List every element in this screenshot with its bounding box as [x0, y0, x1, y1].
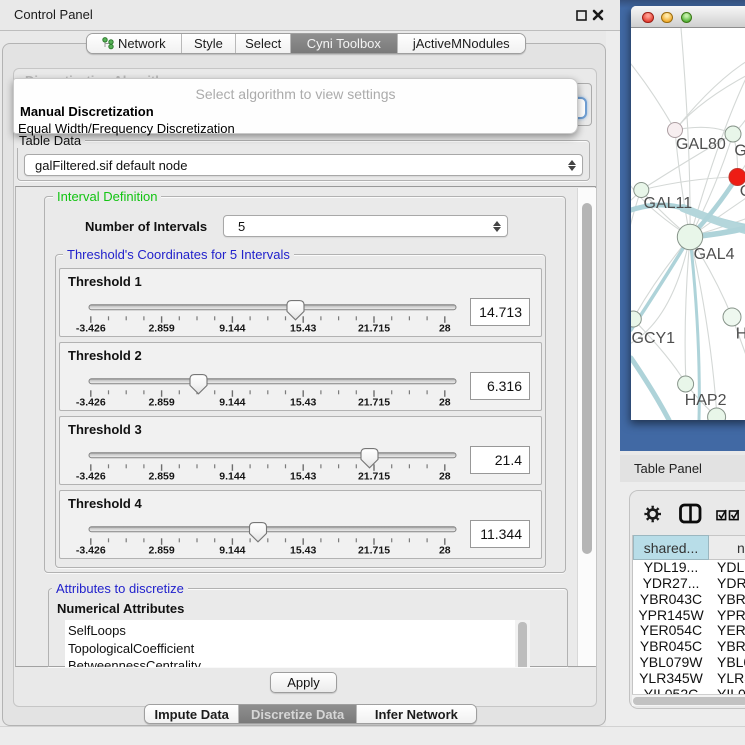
svg-text:2.859: 2.859 — [148, 323, 174, 335]
svg-text:2.859: 2.859 — [148, 397, 174, 409]
svg-text:GAL4: GAL4 — [694, 246, 735, 263]
svg-text:9.144: 9.144 — [219, 323, 245, 335]
svg-text:-3.426: -3.426 — [76, 323, 106, 335]
svg-text:GAL80: GAL80 — [676, 136, 726, 153]
svg-text:9.144: 9.144 — [219, 545, 245, 557]
svg-text:15.43: 15.43 — [290, 545, 316, 557]
svg-text:C: C — [740, 183, 745, 200]
svg-text:15.43: 15.43 — [290, 323, 316, 335]
svg-text:-3.426: -3.426 — [76, 397, 106, 409]
svg-text:15.43: 15.43 — [290, 397, 316, 409]
svg-text:28: 28 — [439, 323, 451, 335]
svg-text:GA: GA — [734, 143, 745, 160]
svg-text:9.144: 9.144 — [219, 397, 245, 409]
svg-text:2.859: 2.859 — [148, 545, 174, 557]
svg-text:HAP2: HAP2 — [685, 392, 727, 409]
svg-text:28: 28 — [439, 545, 451, 557]
svg-text:GCY1: GCY1 — [632, 330, 676, 347]
svg-text:-3.426: -3.426 — [76, 545, 106, 557]
svg-text:21.715: 21.715 — [358, 545, 390, 557]
svg-text:28: 28 — [439, 397, 451, 409]
svg-text:15.43: 15.43 — [290, 471, 316, 483]
svg-text:9.144: 9.144 — [219, 471, 245, 483]
svg-text:H: H — [736, 326, 745, 343]
svg-text:21.715: 21.715 — [358, 397, 390, 409]
svg-text:-3.426: -3.426 — [76, 471, 106, 483]
svg-text:GAL11: GAL11 — [644, 195, 693, 212]
svg-text:21.715: 21.715 — [358, 323, 390, 335]
svg-text:28: 28 — [439, 471, 451, 483]
svg-text:2.859: 2.859 — [148, 471, 174, 483]
svg-text:21.715: 21.715 — [358, 471, 390, 483]
